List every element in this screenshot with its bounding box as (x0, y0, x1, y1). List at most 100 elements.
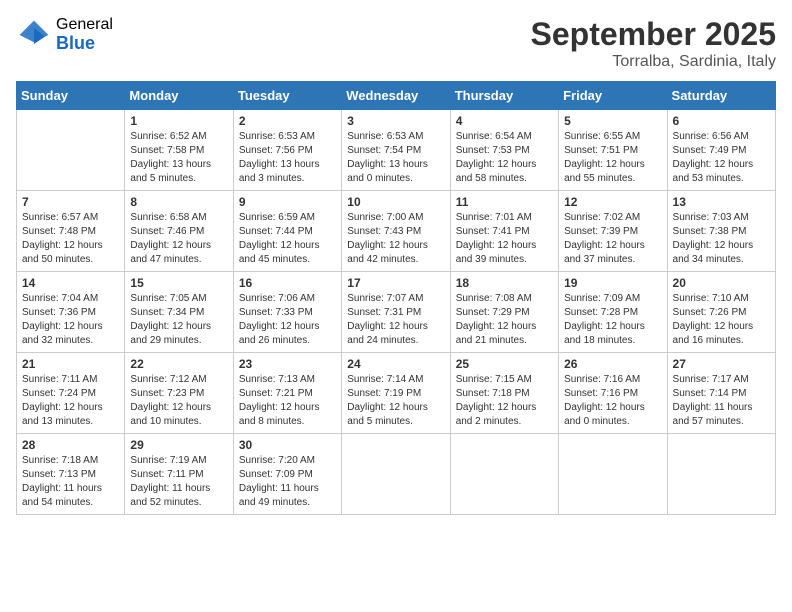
calendar-cell: 26Sunrise: 7:16 AM Sunset: 7:16 PM Dayli… (559, 353, 667, 434)
day-number: 7 (22, 195, 119, 209)
month-title: September 2025 (531, 16, 776, 53)
calendar-cell: 9 Sunrise: 6:59 AM Sunset: 7:44 PM Daylig… (233, 191, 341, 272)
day-number: 8 (130, 195, 227, 209)
weekday-header-row: SundayMondayTuesdayWednesdayThursdayFrid… (17, 82, 776, 110)
calendar-table: SundayMondayTuesdayWednesdayThursdayFrid… (16, 81, 776, 515)
day-number: 6 (673, 114, 770, 128)
cell-details: Sunrise: 7:02 AM Sunset: 7:39 PM Dayligh… (564, 211, 661, 267)
calendar-cell: 7 Sunrise: 6:57 AM Sunset: 7:48 PM Daylig… (17, 191, 125, 272)
cell-details: Sunrise: 7:16 AM Sunset: 7:16 PM Dayligh… (564, 373, 661, 429)
calendar-cell: 19 Sunrise: 7:09 AM Sunset: 7:28 PM Dayli… (559, 272, 667, 353)
weekday-header-friday: Friday (559, 82, 667, 110)
day-number: 18 (456, 276, 553, 290)
calendar-cell: 21 Sunrise: 7:11 AM Sunset: 7:24 PM Dayli… (17, 353, 125, 434)
cell-details: Sunrise: 7:09 AM Sunset: 7:28 PM Dayligh… (564, 292, 661, 348)
day-number: 2 (239, 114, 336, 128)
calendar-cell: 18 Sunrise: 7:08 AM Sunset: 7:29 PM Dayli… (450, 272, 558, 353)
cell-details: Sunrise: 6:53 AM Sunset: 7:56 PM Dayligh… (239, 130, 336, 186)
cell-details: Sunrise: 6:52 AM Sunset: 7:58 PM Dayligh… (130, 130, 227, 186)
calendar-cell: 29 Sunrise: 7:19 AM Sunset: 7:11 PM Dayli… (125, 434, 233, 515)
cell-details: Sunrise: 7:12 AM Sunset: 7:23 PM Dayligh… (130, 373, 227, 429)
weekday-header-monday: Monday (125, 82, 233, 110)
day-number: 10 (347, 195, 444, 209)
calendar-cell: 30 Sunrise: 7:20 AM Sunset: 7:09 PM Dayli… (233, 434, 341, 515)
weekday-header-saturday: Saturday (667, 82, 775, 110)
calendar-cell: 22Sunrise: 7:12 AM Sunset: 7:23 PM Dayli… (125, 353, 233, 434)
cell-details: Sunrise: 7:00 AM Sunset: 7:43 PM Dayligh… (347, 211, 444, 267)
cell-details: Sunrise: 7:05 AM Sunset: 7:34 PM Dayligh… (130, 292, 227, 348)
cell-details: Sunrise: 7:01 AM Sunset: 7:41 PM Dayligh… (456, 211, 553, 267)
day-number: 21 (22, 357, 119, 371)
calendar-week-3: 14Sunrise: 7:04 AM Sunset: 7:36 PM Dayli… (17, 272, 776, 353)
calendar-cell: 25 Sunrise: 7:15 AM Sunset: 7:18 PM Dayli… (450, 353, 558, 434)
cell-details: Sunrise: 7:11 AM Sunset: 7:24 PM Dayligh… (22, 373, 119, 429)
cell-details: Sunrise: 6:57 AM Sunset: 7:48 PM Dayligh… (22, 211, 119, 267)
cell-details: Sunrise: 7:06 AM Sunset: 7:33 PM Dayligh… (239, 292, 336, 348)
calendar-cell (450, 434, 558, 515)
calendar-cell: 28 Sunrise: 7:18 AM Sunset: 7:13 PM Dayli… (17, 434, 125, 515)
cell-details: Sunrise: 7:17 AM Sunset: 7:14 PM Dayligh… (673, 373, 770, 429)
calendar-cell: 27 Sunrise: 7:17 AM Sunset: 7:14 PM Dayli… (667, 353, 775, 434)
cell-details: Sunrise: 6:54 AM Sunset: 7:53 PM Dayligh… (456, 130, 553, 186)
title-area: September 2025 Torralba, Sardinia, Italy (531, 16, 776, 71)
cell-details: Sunrise: 7:14 AM Sunset: 7:19 PM Dayligh… (347, 373, 444, 429)
logo-general: General (56, 16, 113, 34)
cell-details: Sunrise: 7:10 AM Sunset: 7:26 PM Dayligh… (673, 292, 770, 348)
page-header: General Blue September 2025 Torralba, Sa… (16, 16, 776, 71)
calendar-week-1: 1 Sunrise: 6:52 AM Sunset: 7:58 PM Daylig… (17, 110, 776, 191)
day-number: 28 (22, 438, 119, 452)
calendar-week-2: 7 Sunrise: 6:57 AM Sunset: 7:48 PM Daylig… (17, 191, 776, 272)
calendar-cell: 24Sunrise: 7:14 AM Sunset: 7:19 PM Dayli… (342, 353, 450, 434)
day-number: 25 (456, 357, 553, 371)
day-number: 20 (673, 276, 770, 290)
day-number: 17 (347, 276, 444, 290)
day-number: 3 (347, 114, 444, 128)
weekday-header-tuesday: Tuesday (233, 82, 341, 110)
cell-details: Sunrise: 7:18 AM Sunset: 7:13 PM Dayligh… (22, 454, 119, 510)
day-number: 13 (673, 195, 770, 209)
day-number: 16 (239, 276, 336, 290)
calendar-cell (17, 110, 125, 191)
calendar-cell: 16 Sunrise: 7:06 AM Sunset: 7:33 PM Dayli… (233, 272, 341, 353)
cell-details: Sunrise: 6:53 AM Sunset: 7:54 PM Dayligh… (347, 130, 444, 186)
calendar-cell: 3 Sunrise: 6:53 AM Sunset: 7:54 PM Daylig… (342, 110, 450, 191)
calendar-cell: 1 Sunrise: 6:52 AM Sunset: 7:58 PM Daylig… (125, 110, 233, 191)
weekday-header-thursday: Thursday (450, 82, 558, 110)
cell-details: Sunrise: 6:55 AM Sunset: 7:51 PM Dayligh… (564, 130, 661, 186)
calendar-cell: 23Sunrise: 7:13 AM Sunset: 7:21 PM Dayli… (233, 353, 341, 434)
calendar-week-4: 21 Sunrise: 7:11 AM Sunset: 7:24 PM Dayli… (17, 353, 776, 434)
calendar-cell (342, 434, 450, 515)
location-title: Torralba, Sardinia, Italy (531, 53, 776, 71)
logo-text: General Blue (56, 16, 113, 53)
cell-details: Sunrise: 7:19 AM Sunset: 7:11 PM Dayligh… (130, 454, 227, 510)
day-number: 19 (564, 276, 661, 290)
cell-details: Sunrise: 7:15 AM Sunset: 7:18 PM Dayligh… (456, 373, 553, 429)
calendar-cell (559, 434, 667, 515)
calendar-cell: 6Sunrise: 6:56 AM Sunset: 7:49 PM Daylig… (667, 110, 775, 191)
logo: General Blue (16, 16, 113, 53)
calendar-cell: 14Sunrise: 7:04 AM Sunset: 7:36 PM Dayli… (17, 272, 125, 353)
calendar-cell: 4Sunrise: 6:54 AM Sunset: 7:53 PM Daylig… (450, 110, 558, 191)
cell-details: Sunrise: 7:07 AM Sunset: 7:31 PM Dayligh… (347, 292, 444, 348)
day-number: 1 (130, 114, 227, 128)
cell-details: Sunrise: 7:04 AM Sunset: 7:36 PM Dayligh… (22, 292, 119, 348)
day-number: 27 (673, 357, 770, 371)
calendar-cell: 12 Sunrise: 7:02 AM Sunset: 7:39 PM Dayli… (559, 191, 667, 272)
weekday-header-wednesday: Wednesday (342, 82, 450, 110)
cell-details: Sunrise: 7:20 AM Sunset: 7:09 PM Dayligh… (239, 454, 336, 510)
day-number: 23 (239, 357, 336, 371)
day-number: 30 (239, 438, 336, 452)
day-number: 15 (130, 276, 227, 290)
day-number: 11 (456, 195, 553, 209)
weekday-header-sunday: Sunday (17, 82, 125, 110)
calendar-cell: 8Sunrise: 6:58 AM Sunset: 7:46 PM Daylig… (125, 191, 233, 272)
day-number: 12 (564, 195, 661, 209)
calendar-cell: 11 Sunrise: 7:01 AM Sunset: 7:41 PM Dayli… (450, 191, 558, 272)
cell-details: Sunrise: 7:08 AM Sunset: 7:29 PM Dayligh… (456, 292, 553, 348)
logo-icon (16, 17, 52, 53)
cell-details: Sunrise: 6:59 AM Sunset: 7:44 PM Dayligh… (239, 211, 336, 267)
day-number: 9 (239, 195, 336, 209)
calendar-cell (667, 434, 775, 515)
calendar-cell: 10 Sunrise: 7:00 AM Sunset: 7:43 PM Dayli… (342, 191, 450, 272)
day-number: 29 (130, 438, 227, 452)
